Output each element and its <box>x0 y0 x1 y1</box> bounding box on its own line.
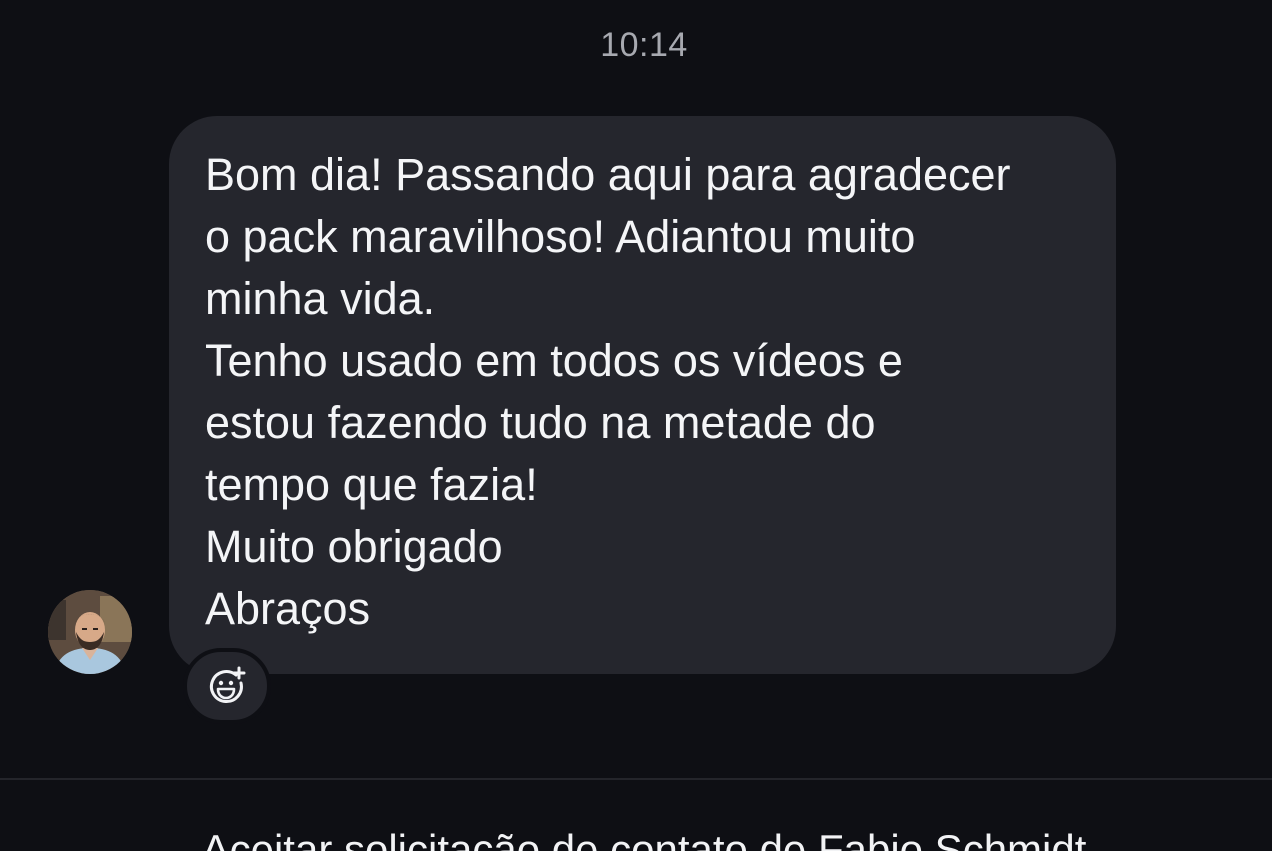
message-line: Bom dia! Passando aqui para agradecer <box>205 149 1011 200</box>
divider <box>0 778 1272 780</box>
sender-avatar[interactable] <box>48 590 132 674</box>
accept-contact-request-button[interactable]: Aceitar solicitação de contato de Fabio … <box>0 826 1272 851</box>
message-line: tempo que fazia! <box>205 459 538 510</box>
message-timestamp: 10:14 <box>600 26 688 64</box>
message-bubble[interactable]: Bom dia! Passando aqui para agradecer o … <box>169 116 1116 674</box>
message-line: Tenho usado em todos os vídeos e <box>205 335 903 386</box>
add-reaction-icon <box>209 666 246 704</box>
message-line: Abraços <box>205 583 371 634</box>
message-line: Muito obrigado <box>205 521 503 572</box>
add-reaction-button[interactable] <box>183 648 271 724</box>
message-line: o pack maravilhoso! Adiantou muito <box>205 211 916 262</box>
avatar-photo <box>48 590 132 674</box>
chat-screen: 10:14 Bom dia! Passando aqui para agrade… <box>0 0 1272 851</box>
message-line: minha vida. <box>205 273 436 324</box>
message-line: estou fazendo tudo na metade do <box>205 397 876 448</box>
